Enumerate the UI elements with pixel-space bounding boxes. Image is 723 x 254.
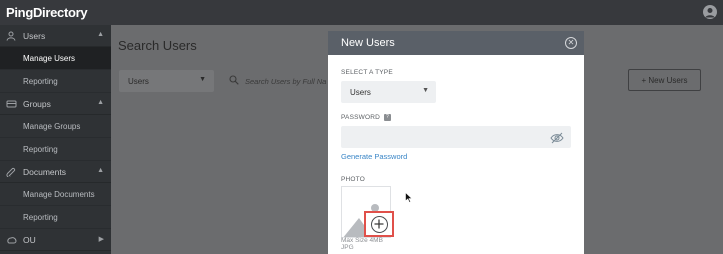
ou-icon	[5, 235, 17, 245]
sidebar-section-label: Users	[23, 30, 46, 41]
search-icon	[229, 75, 239, 87]
password-label: PASSWORD	[341, 114, 381, 122]
sidebar-item-documents-reporting[interactable]: Reporting	[0, 206, 111, 229]
sidebar-section-users[interactable]: Users ▲	[0, 25, 111, 47]
password-label-row: PASSWORD?	[341, 114, 392, 122]
sidebar: Users ▲ Manage Users Reporting Groups ▲ …	[0, 25, 111, 254]
generate-password-link[interactable]: Generate Password	[341, 152, 407, 161]
sidebar-item-manage-users[interactable]: Manage Users	[0, 47, 111, 70]
chevron-down-icon: ▼	[199, 76, 206, 83]
user-icon	[5, 31, 17, 41]
user-avatar-icon	[705, 8, 715, 18]
sidebar-section-documents[interactable]: Documents ▲	[0, 161, 111, 183]
close-icon[interactable]: ✕	[565, 37, 577, 49]
user-avatar[interactable]	[703, 5, 717, 19]
help-icon[interactable]: ?	[384, 114, 392, 121]
password-field[interactable]	[341, 126, 571, 148]
modal-header: New Users ✕	[328, 31, 584, 55]
sidebar-item-manage-groups[interactable]: Manage Groups	[0, 115, 111, 138]
sidebar-section-groups[interactable]: Groups ▲	[0, 93, 111, 115]
sidebar-item-users-reporting[interactable]: Reporting	[0, 70, 111, 93]
documents-icon	[5, 167, 17, 177]
chevron-up-icon: ▲	[97, 31, 104, 38]
page-title: Search Users	[118, 38, 197, 53]
plus-icon	[370, 215, 388, 233]
new-users-button[interactable]: + New Users	[628, 69, 701, 91]
eye-slash-icon[interactable]	[550, 131, 564, 144]
search-input[interactable]: Search Users by Full Na	[229, 70, 339, 92]
select-type-label: SELECT A TYPE	[341, 69, 393, 76]
photo-label: PHOTO	[341, 176, 365, 183]
type-select[interactable]: Users ▼	[119, 70, 214, 92]
sidebar-item-groups-reporting[interactable]: Reporting	[0, 138, 111, 161]
sidebar-section-ou[interactable]: OU ▶	[0, 229, 111, 251]
chevron-down-icon: ▼	[422, 87, 429, 94]
chevron-right-icon: ▶	[98, 236, 104, 243]
modal-type-select[interactable]: Users ▼	[341, 81, 436, 103]
modal-type-select-value: Users	[350, 87, 371, 97]
sidebar-item-manage-documents[interactable]: Manage Documents	[0, 183, 111, 206]
modal-title: New Users	[341, 37, 395, 49]
add-photo-button[interactable]	[364, 211, 394, 237]
top-bar: PingDirectory	[0, 0, 723, 25]
chevron-up-icon: ▲	[97, 167, 104, 174]
search-placeholder: Search Users by Full Na	[245, 76, 327, 86]
chevron-up-icon: ▲	[97, 99, 104, 106]
format-hint: JPG	[341, 244, 354, 251]
type-select-value: Users	[128, 76, 149, 86]
groups-icon	[5, 99, 17, 109]
sidebar-section-label: OU	[23, 234, 36, 245]
max-size-hint: Max Size 4MB	[341, 237, 383, 244]
sidebar-section-label: Documents	[23, 166, 66, 177]
mouse-cursor-icon	[405, 190, 413, 203]
sidebar-section-label: Groups	[23, 98, 51, 109]
app-logo: PingDirectory	[6, 5, 88, 20]
